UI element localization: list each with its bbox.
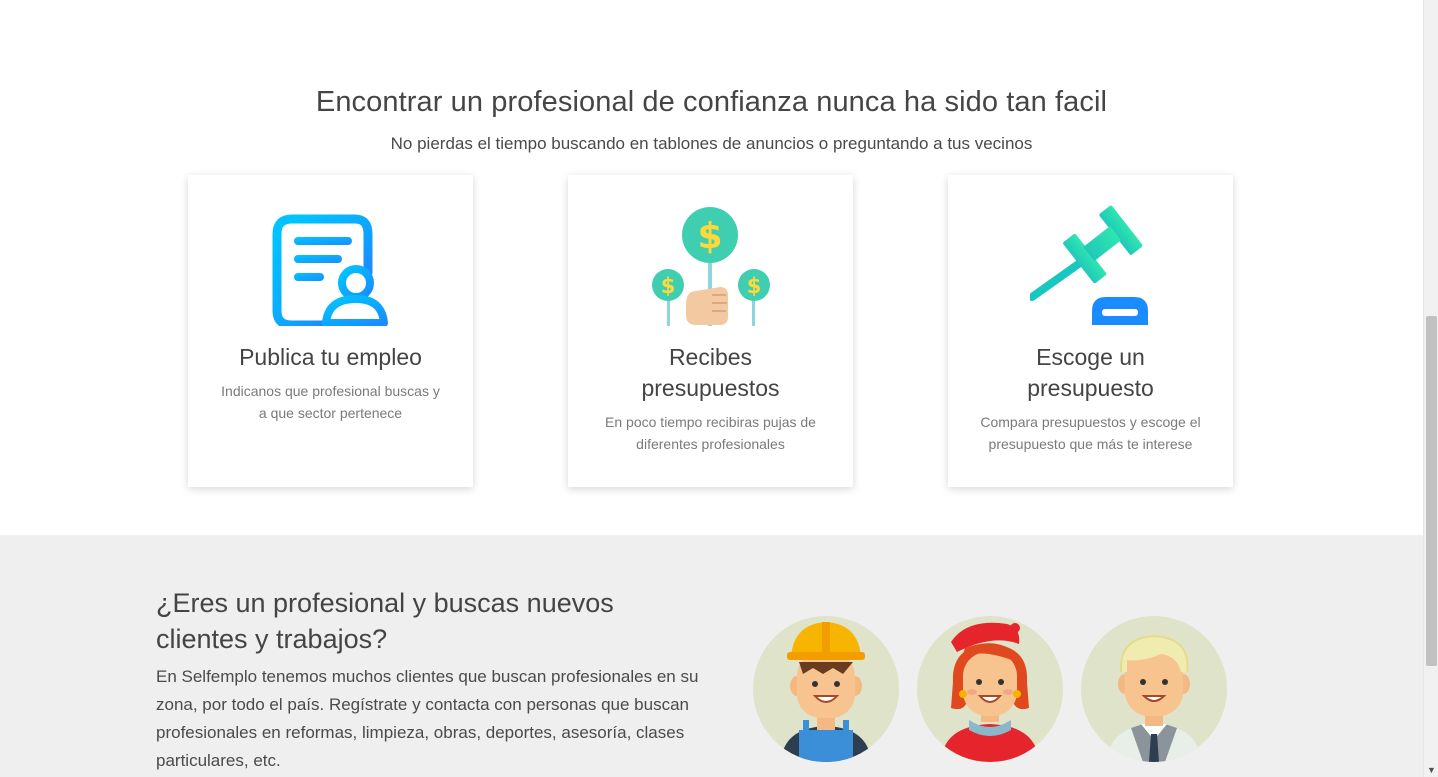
card-description: Compara presupuestos y escoge el presupu…: [980, 414, 1201, 452]
card-title: Publica tu empleo: [239, 344, 422, 370]
card-description: Indicanos que profesional buscas y a que…: [221, 383, 440, 421]
pros-title: ¿Eres un profesional y buscas nuevos cli…: [156, 588, 614, 654]
money-hand-icon: $ $ $: [650, 205, 771, 326]
card-title: Escoge un presupuesto: [1027, 344, 1154, 401]
how-subtitle: No pierdas el tiempo buscando en tablone…: [390, 134, 1033, 153]
scrollbar-thumb[interactable]: [1426, 316, 1437, 666]
painter-woman-avatar: [917, 616, 1063, 762]
card-choose-quote: Escoge un presupuesto Compara presupuest…: [948, 175, 1233, 487]
svg-text:$: $: [661, 274, 676, 298]
svg-text:$: $: [747, 274, 762, 298]
pros-text: En Selfemplo tenemos muchos clientes que…: [156, 667, 699, 770]
how-title: Encontrar un profesional de confianza nu…: [315, 86, 1108, 118]
scroll-down-arrow-icon[interactable]: ▼: [1424, 762, 1438, 777]
card-receive-quotes: $ $ $ Recibes presupuestos En poco tiemp…: [568, 175, 853, 487]
professionals-section: ¿Eres un profesional y buscas nuevos cli…: [0, 535, 1423, 777]
card-title: Recibes presupuestos: [641, 344, 780, 401]
svg-text:$: $: [697, 216, 722, 257]
card-publish-job: Publica tu empleo Indicanos que profesio…: [188, 175, 473, 487]
page-viewport: Encontrar un profesional de confianza nu…: [0, 0, 1423, 777]
vertical-scrollbar[interactable]: ▼: [1423, 0, 1438, 777]
businessman-avatar: [1081, 616, 1227, 762]
card-description: En poco tiempo recibiras pujas de difere…: [605, 414, 816, 452]
how-it-works-section: Encontrar un profesional de confianza nu…: [0, 0, 1423, 535]
document-user-icon: [270, 205, 391, 330]
construction-worker-avatar: [753, 616, 899, 762]
gavel-icon: [1028, 205, 1151, 326]
